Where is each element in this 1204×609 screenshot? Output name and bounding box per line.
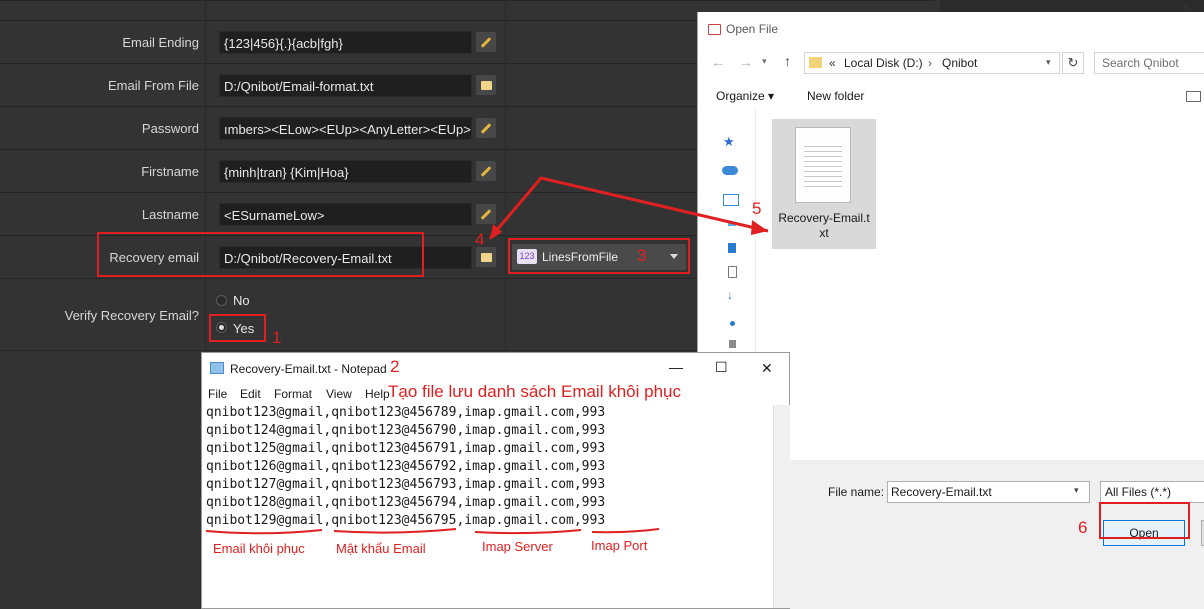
underline-server [474, 529, 582, 535]
label-password: Mật khẩu Email [336, 541, 426, 556]
annotation-arrows [205, 176, 769, 535]
arrow-path [488, 176, 769, 239]
label-imap-port: Imap Port [591, 538, 648, 553]
underline-port [591, 528, 660, 534]
underline-password [333, 528, 457, 534]
arrowhead-file [751, 220, 768, 235]
label-email: Email khôi phục [213, 541, 305, 556]
underline-email [205, 529, 323, 535]
label-imap-server: Imap Server [482, 539, 553, 554]
